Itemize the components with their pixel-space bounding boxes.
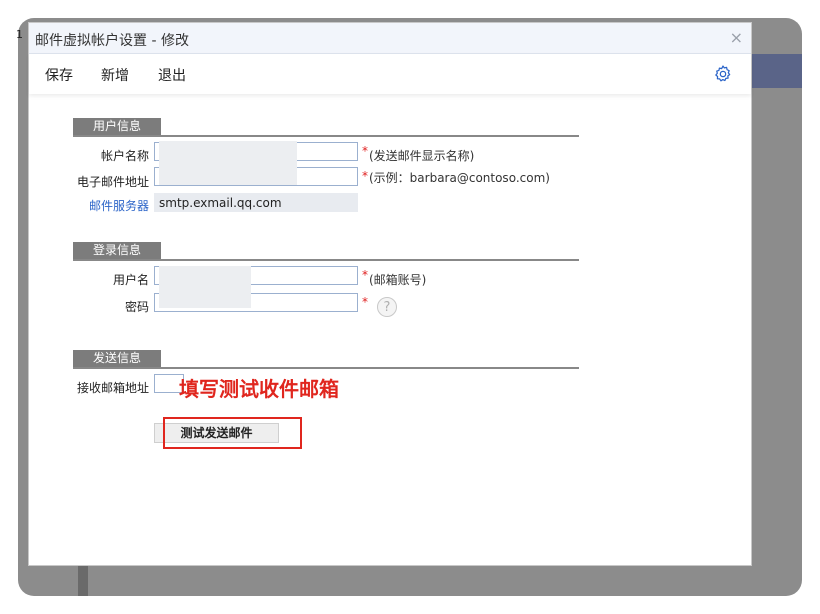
required-mark: * xyxy=(362,169,368,183)
mail-server-field: smtp.exmail.qq.com xyxy=(154,193,358,212)
section-send-info: 发送信息 xyxy=(73,350,579,369)
section-heading: 登录信息 xyxy=(73,242,161,259)
save-button[interactable]: 保存 xyxy=(45,65,73,85)
section-login-info: 登录信息 xyxy=(73,242,579,261)
background-scroll-strip xyxy=(78,566,88,596)
account-name-hint: (发送邮件显示名称) xyxy=(369,149,475,163)
mail-account-dialog: 邮件虚拟帐户设置 - 修改 × 保存 新增 退出 用户信息 帐户名称 * (发送… xyxy=(28,22,752,566)
section-user-info: 用户信息 xyxy=(73,118,579,137)
section-heading: 用户信息 xyxy=(73,118,161,135)
dialog-title: 邮件虚拟帐户设置 - 修改 xyxy=(35,33,189,49)
close-button[interactable]: × xyxy=(730,28,743,47)
password-label: 密码 xyxy=(124,300,149,314)
dialog-titlebar: 邮件虚拟帐户设置 - 修改 × xyxy=(29,23,751,54)
email-label: 电子邮件地址 xyxy=(76,175,149,189)
username-label: 用户名 xyxy=(112,273,149,287)
question-icon[interactable]: ? xyxy=(377,297,397,317)
email-hint: (示例：barbara@contoso.com) xyxy=(369,171,550,185)
section-heading: 发送信息 xyxy=(73,350,161,367)
annotation-highlight-box xyxy=(163,417,302,449)
toolbar: 保存 新增 退出 xyxy=(29,54,751,94)
annotation-text: 填写测试收件邮箱 xyxy=(179,377,339,401)
required-mark: * xyxy=(362,295,368,309)
background-header-strip xyxy=(748,54,802,88)
required-mark: * xyxy=(362,144,368,158)
receiver-label: 接收邮箱地址 xyxy=(76,381,149,395)
exit-button[interactable]: 退出 xyxy=(158,65,186,85)
background-corner-text: 1 xyxy=(16,28,23,41)
required-mark: * xyxy=(362,268,368,282)
gear-icon[interactable] xyxy=(713,64,733,84)
username-hint: (邮箱账号) xyxy=(369,273,427,287)
new-button[interactable]: 新增 xyxy=(101,65,129,85)
account-name-label: 帐户名称 xyxy=(100,149,149,163)
redacted-area xyxy=(159,141,297,185)
mail-server-link[interactable]: 邮件服务器 xyxy=(29,197,149,214)
redacted-area xyxy=(159,266,251,308)
